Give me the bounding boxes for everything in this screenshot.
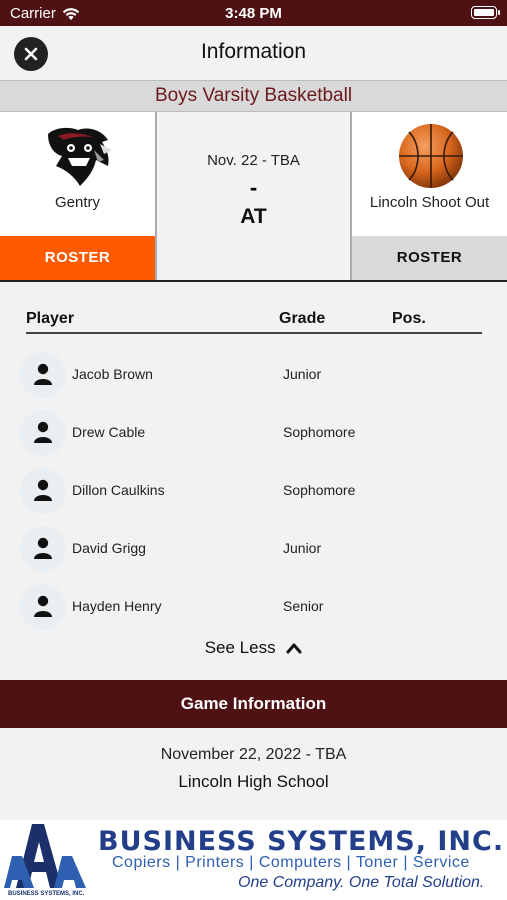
player-row[interactable]: Drew Cable Sophomore: [20, 410, 480, 456]
player-row[interactable]: David Grigg Junior: [20, 526, 480, 572]
avatar: [20, 526, 66, 572]
logo-caption: BUSINESS SYSTEMS, INC.: [8, 891, 85, 897]
person-icon: [34, 479, 52, 501]
player-name: David Grigg: [72, 540, 146, 556]
game-information-header: Game Information: [0, 680, 507, 728]
player-name: Jacob Brown: [72, 366, 153, 382]
sport-banner: Boys Varsity Basketball: [0, 80, 507, 112]
basketball-icon: [399, 124, 463, 188]
avatar: [20, 352, 66, 398]
player-name: Drew Cable: [72, 424, 146, 440]
player-grade: Sophomore: [283, 482, 356, 498]
gentry-mascot-logo: [48, 127, 112, 186]
home-roster-button[interactable]: ROSTER: [0, 236, 155, 280]
position-column-header: Pos.: [392, 310, 426, 327]
player-grade: Junior: [283, 366, 322, 382]
sponsor-services: Copiers | Printers | Computers | Toner |…: [112, 854, 470, 871]
roster-header: Player Grade Pos.: [26, 308, 482, 334]
player-row[interactable]: Jacob Brown Junior: [20, 352, 480, 398]
aaa-logo: [4, 824, 86, 888]
grade-column-header: Grade: [279, 310, 326, 327]
game-date-full: November 22, 2022 - TBA: [160, 746, 347, 763]
player-grade: Junior: [283, 540, 322, 556]
location-tag: AT: [240, 205, 267, 228]
away-roster-button[interactable]: ROSTER: [352, 236, 507, 280]
game-date: Nov. 22 - TBA: [207, 152, 300, 169]
clock: 3:48 PM: [225, 5, 282, 22]
sponsor-slogan: One Company. One Total Solution.: [238, 874, 485, 891]
game-information-panel: November 22, 2022 - TBA Lincoln High Sch…: [0, 728, 507, 820]
see-less-label: See Less: [204, 638, 276, 657]
home-team-name: Gentry: [54, 194, 100, 211]
person-icon: [34, 595, 52, 617]
status-bar: Carrier 3:48 PM: [0, 0, 507, 26]
see-less-button[interactable]: See Less: [0, 638, 507, 659]
home-team-panel: Gentry ROSTER: [0, 112, 157, 280]
player-row[interactable]: Hayden Henry Senior: [20, 584, 480, 630]
sponsor-name: BUSINESS SYSTEMS, INC.: [98, 826, 505, 857]
nav-bar: Information: [0, 26, 507, 80]
matchup-card: Gentry ROSTER Nov. 22 - TBA - AT Lincoln…: [0, 112, 507, 282]
away-team-panel: Lincoln Shoot Out ROSTER: [350, 112, 507, 280]
sponsor-banner[interactable]: BUSINESS SYSTEMS, INC. BUSINESS SYSTEMS,…: [0, 820, 507, 900]
player-grade: Sophomore: [283, 424, 356, 440]
person-icon: [34, 421, 52, 443]
player-column-header: Player: [26, 310, 75, 327]
player-row[interactable]: Dillon Caulkins Sophomore: [20, 468, 480, 514]
player-grade: Senior: [283, 598, 324, 614]
person-icon: [34, 537, 52, 559]
person-icon: [34, 363, 52, 385]
avatar: [20, 468, 66, 514]
player-name: Hayden Henry: [72, 598, 162, 614]
avatar: [20, 584, 66, 630]
away-team-name: Lincoln Shoot Out: [369, 194, 490, 211]
roster-panel: Player Grade Pos. Jacob Brown Junior Dre…: [0, 282, 507, 680]
game-venue[interactable]: Lincoln High School: [0, 772, 507, 792]
battery-icon: [471, 6, 500, 19]
score: -: [249, 175, 258, 200]
player-name: Dillon Caulkins: [72, 482, 165, 498]
avatar: [20, 410, 66, 456]
game-summary: Nov. 22 - TBA - AT: [157, 112, 350, 280]
chevron-up-icon: [286, 639, 302, 659]
page-title: Information: [200, 40, 307, 63]
